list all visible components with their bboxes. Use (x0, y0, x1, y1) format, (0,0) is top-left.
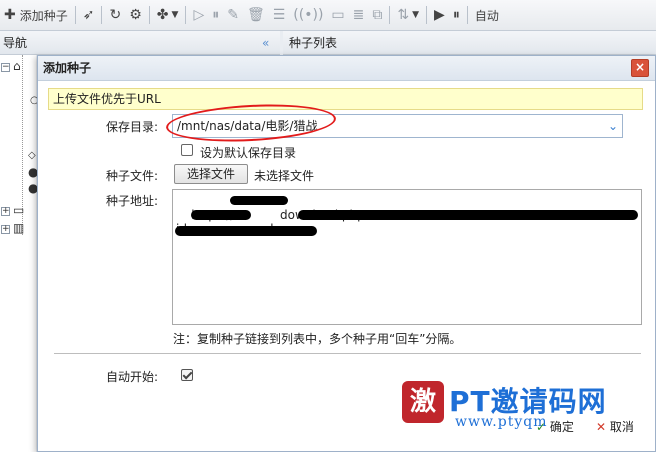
redaction-mark (191, 210, 251, 220)
watermark-url: www.ptyqm (455, 414, 548, 430)
home-icon: ⌂ (13, 59, 21, 73)
tree-node-icon: ◇ (28, 150, 36, 161)
save-dir-label: 保存目录: (105, 120, 158, 134)
torrent-url-label: 种子地址: (105, 194, 158, 208)
collapse-icon[interactable]: « (262, 31, 269, 55)
redaction-mark (175, 226, 317, 236)
copy-icon: ⧉ (372, 7, 383, 23)
nav-title: 导航 (3, 36, 28, 50)
refresh-icon: ↻ (109, 7, 122, 23)
caret-down-icon: ▼ (412, 10, 420, 20)
nav-tree: − ⌂ ○ ◇ ● ● + ▭ + ▥ (0, 55, 39, 452)
toolbar: ✚ 添加种子 ➶ ↻ ⚙ ✤ ▼ ▷ ⏸ ✎ 🗑 ☰ ((•)) ▭ ≣ ⧉ ⇅ ▼… (0, 0, 656, 31)
pause-all-button[interactable]: ⏸ (449, 3, 464, 27)
pause-outline-icon: ⏸ (212, 7, 220, 23)
ok-button[interactable]: ✓ 确定 (536, 418, 574, 435)
signal-icon: ((•)) (293, 7, 324, 23)
copy-button[interactable]: ⧉ (368, 3, 386, 27)
redaction-mark (298, 210, 638, 220)
start-all-button[interactable]: ▶ (430, 3, 449, 27)
rocket-icon: ➶ (82, 7, 95, 23)
sort-icon: ⇅ (397, 7, 410, 23)
recheck-button[interactable]: ☰ (269, 3, 290, 27)
add-torrent-label: 添加种子 (19, 8, 68, 23)
toolbar-separator (101, 6, 103, 24)
list-title: 种子列表 (289, 36, 338, 50)
plugins-button[interactable]: ✤ ▼ (153, 3, 183, 27)
cancel-icon: ✕ (596, 420, 607, 434)
tree-expander[interactable]: + (1, 207, 10, 216)
edit-button[interactable]: ✎ (223, 3, 243, 27)
no-file-text: 未选择文件 (254, 169, 315, 183)
gear-icon: ⚙ (129, 7, 142, 23)
toolbar-separator (74, 6, 76, 24)
notice-banner: 上传文件优先于URL (48, 88, 643, 110)
auto-refresh-toggle[interactable]: 自动 (471, 3, 503, 27)
plus-icon: ✚ (4, 7, 16, 23)
limit-button[interactable]: ≣ (349, 3, 369, 27)
redaction-mark (230, 196, 288, 205)
rocket-button[interactable]: ➶ (79, 3, 99, 27)
folder-icon: ▭ (13, 203, 25, 217)
autostart-checkbox[interactable] (181, 369, 193, 381)
toolbar-separator (185, 6, 187, 24)
check-icon: ✓ (536, 420, 547, 434)
puzzle-icon: ✤ (156, 7, 169, 23)
dialog-title-bar[interactable]: 添加种子 × (38, 56, 655, 81)
edit-icon: ✎ (227, 7, 239, 23)
start-button[interactable]: ▷ (189, 3, 208, 27)
tree-expander[interactable]: + (1, 225, 10, 234)
list-panel-header: 种子列表 (283, 31, 656, 55)
caret-down-icon: ▼ (171, 10, 179, 20)
ok-label: 确定 (549, 420, 574, 434)
move-button[interactable]: ▭ (327, 3, 348, 27)
settings-button[interactable]: ⚙ (125, 3, 146, 27)
toolbar-separator (389, 6, 391, 24)
divider (54, 353, 641, 354)
folder-icon: ▭ (331, 7, 345, 23)
toolbar-separator (466, 6, 468, 24)
trash-icon: 🗑 (246, 7, 265, 23)
sort-button[interactable]: ⇅ ▼ (393, 3, 423, 27)
refresh-button[interactable]: ↻ (105, 3, 125, 27)
cancel-label: 取消 (609, 420, 634, 434)
nav-panel-header: 导航 « (0, 31, 280, 55)
choose-file-button[interactable]: 选择文件 (174, 164, 248, 184)
default-dir-checkbox[interactable] (181, 144, 193, 156)
close-icon: × (634, 60, 646, 74)
default-dir-label: 设为默认保存目录 (200, 146, 297, 160)
torrent-url-textarea[interactable]: https:// download.php? id= passkey (172, 189, 642, 325)
dialog-title: 添加种子 (43, 61, 92, 75)
pause-button[interactable]: ⏸ (208, 3, 223, 27)
play-icon: ▶ (434, 7, 445, 23)
auto-label: 自动 (474, 8, 499, 23)
remove-button[interactable]: 🗑 (243, 3, 269, 27)
toolbar-separator (148, 6, 150, 24)
database-icon: ☰ (272, 7, 286, 23)
play-outline-icon: ▷ (193, 7, 205, 23)
cancel-button[interactable]: ✕ 取消 (596, 418, 634, 435)
align-icon: ≣ (352, 7, 365, 23)
close-button[interactable]: × (631, 59, 649, 77)
watermark-logo: 激 (402, 381, 444, 423)
torrent-file-label: 种子文件: (105, 169, 158, 183)
add-torrent-button[interactable]: ✚ 添加种子 (0, 3, 72, 27)
tree-expander[interactable]: − (1, 63, 10, 72)
autostart-label: 自动开始: (105, 370, 158, 384)
reannounce-button[interactable]: ((•)) (289, 3, 327, 27)
hint-text: 注：复制种子链接到列表中，多个种子用“回车”分隔。 (173, 332, 462, 346)
pause-icon: ⏸ (452, 7, 460, 23)
toolbar-separator (426, 6, 428, 24)
bar-chart-icon: ▥ (13, 221, 25, 235)
chevron-down-icon: ⌄ (607, 119, 618, 133)
